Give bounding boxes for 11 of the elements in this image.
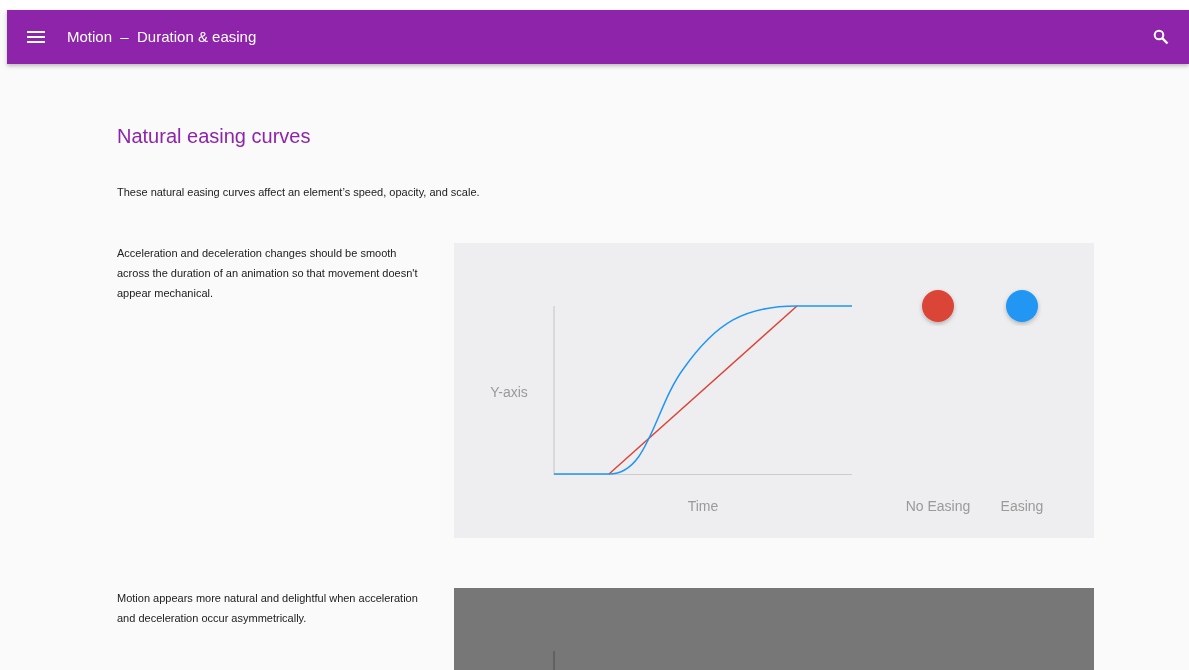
ball-label: Easing bbox=[1000, 497, 1044, 514]
app-bar-title: Motion – Duration & easing bbox=[67, 26, 257, 47]
search-icon[interactable] bbox=[1153, 29, 1169, 45]
ball-label: No Easing bbox=[905, 497, 971, 514]
intro-text: These natural easing curves affect an element’s speed, opacity, and scale. bbox=[117, 185, 481, 200]
axis-label: Y-axis bbox=[490, 383, 528, 400]
description-text: Acceleration and deceleration changes should be smooth across the duration of an animation so that movement doesn't appear mechanical. bbox=[117, 245, 419, 301]
description-text: Motion appears more natural and delightful when acceleration and deceleration occur asymmetrically. bbox=[117, 590, 419, 626]
section-heading: Natural easing curves bbox=[117, 124, 312, 148]
axis-label: Time bbox=[687, 497, 719, 514]
menu-icon[interactable] bbox=[27, 30, 45, 44]
